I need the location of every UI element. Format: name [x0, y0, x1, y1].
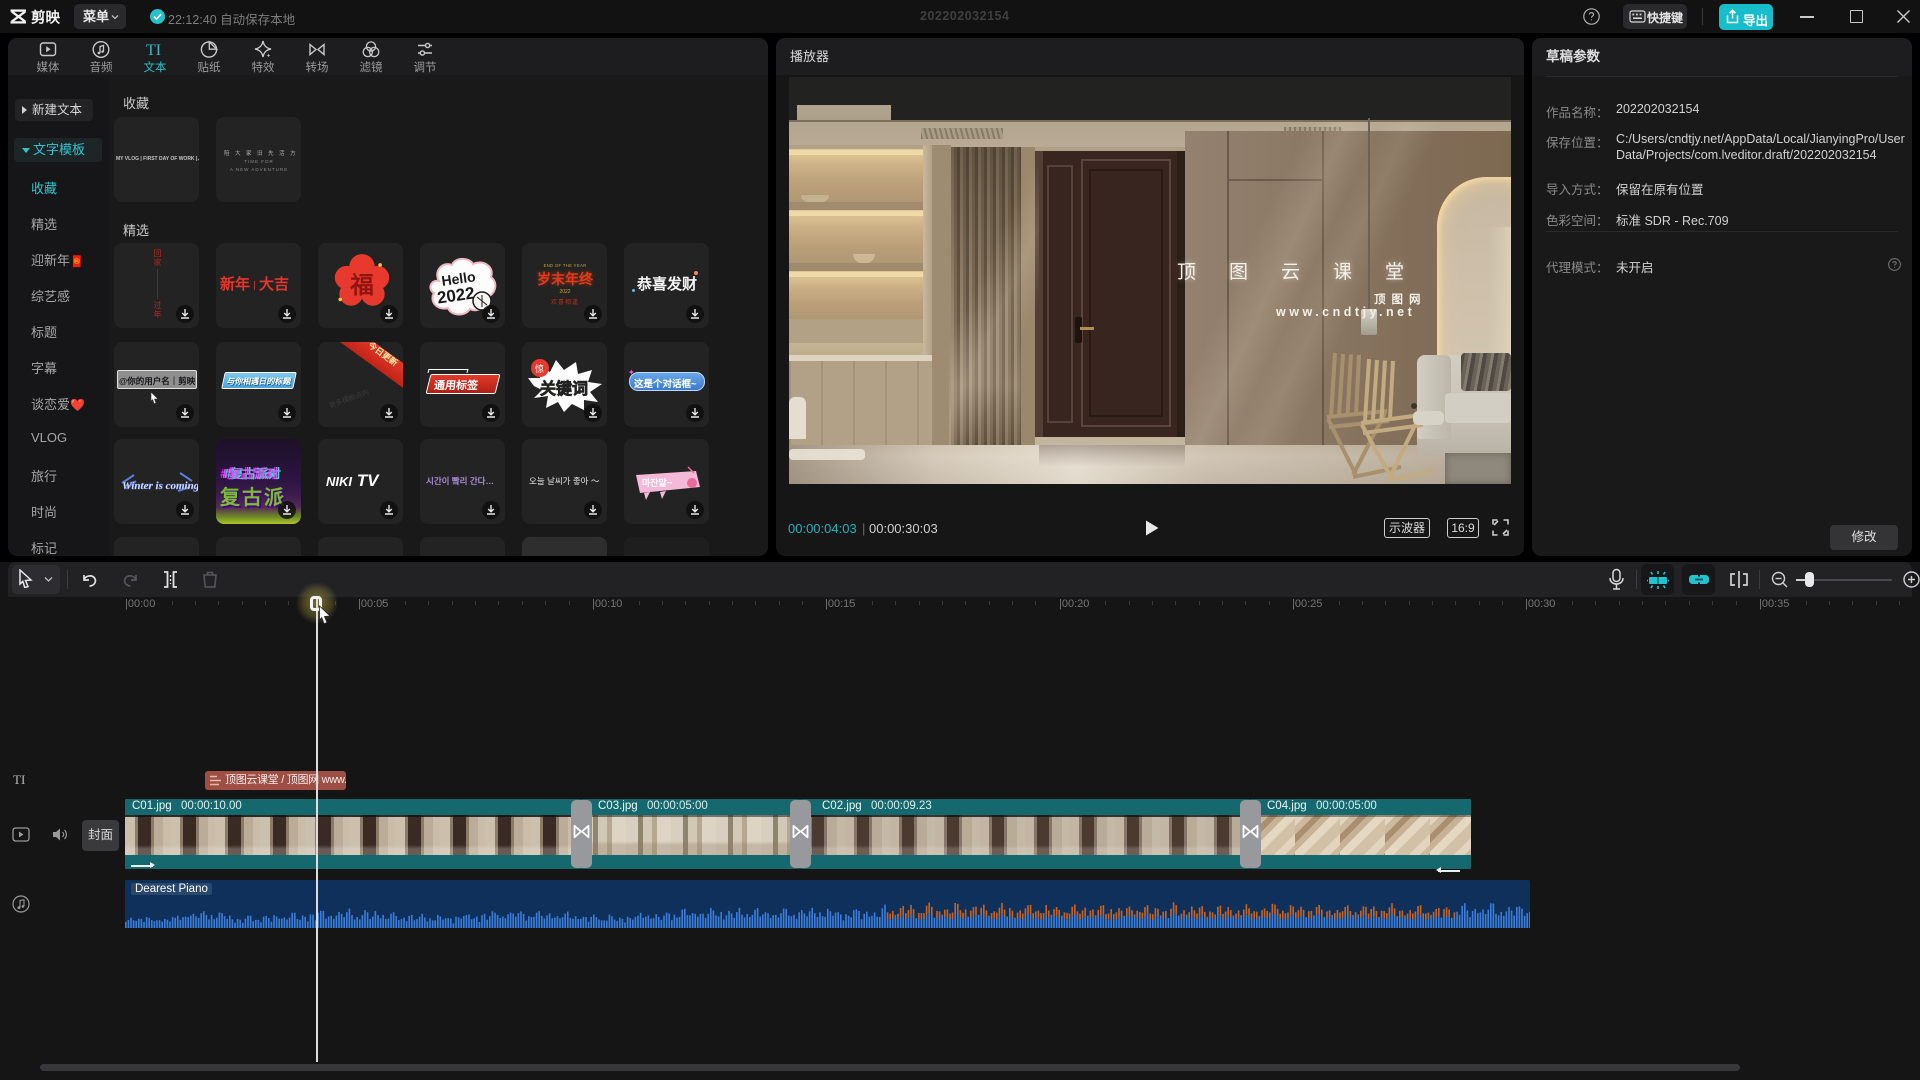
svg-text:惊: 惊 [535, 363, 544, 374]
svg-text:剪映: 剪映 [31, 9, 60, 25]
svg-text:福: 福 [349, 272, 374, 298]
svg-text:마잔맒~: 마잔맒~ [642, 477, 672, 488]
svg-text:关键词: 关键词 [540, 379, 588, 398]
svg-text:TI: TI [146, 42, 161, 59]
svg-text:Winter is coming: Winter is coming [122, 480, 198, 492]
